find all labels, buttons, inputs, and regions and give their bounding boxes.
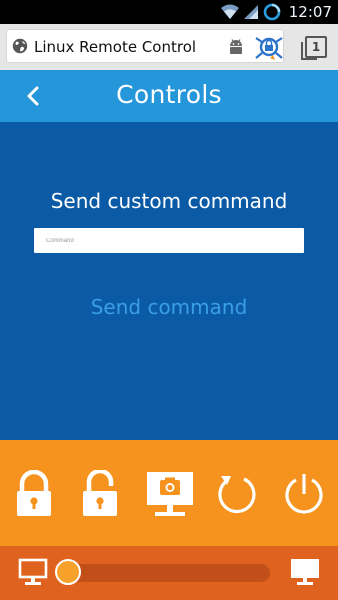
- status-bar: 12:07: [0, 0, 338, 24]
- screen-camera-icon[interactable]: [146, 470, 194, 518]
- android-icon[interactable]: [227, 38, 245, 56]
- tabs-button[interactable]: 1: [301, 36, 327, 60]
- wifi-icon: [220, 4, 239, 19]
- send-command-button[interactable]: Send command: [0, 294, 338, 320]
- url-bar[interactable]: Linux Remote Control: [6, 29, 284, 63]
- globe-icon: [12, 38, 28, 54]
- status-icons: 12:07: [220, 3, 332, 21]
- signal-icon: [243, 5, 258, 19]
- section-title: Send custom command: [50, 189, 288, 213]
- page-title: Controls: [116, 80, 222, 109]
- power-icon[interactable]: [282, 470, 326, 518]
- lock-icon[interactable]: [12, 470, 56, 518]
- browser-toolbar: Linux Remote Control 1: [0, 24, 338, 70]
- restart-icon[interactable]: [214, 470, 258, 518]
- brightness-bar: [0, 546, 338, 600]
- brightness-slider[interactable]: [55, 559, 270, 585]
- monitor-off-icon[interactable]: [18, 558, 48, 586]
- command-panel: Send custom command Send command: [0, 122, 338, 440]
- page-title: Linux Remote Control: [34, 38, 197, 56]
- tab-count: 1: [311, 40, 321, 54]
- app-header: Controls: [0, 70, 338, 122]
- status-time: 12:07: [288, 3, 332, 21]
- monitor-on-icon[interactable]: [290, 558, 320, 586]
- actions-bar: [0, 440, 338, 546]
- battery-charging-icon: [263, 3, 281, 21]
- extension-icon[interactable]: [254, 32, 284, 62]
- slider-thumb[interactable]: [55, 559, 81, 585]
- command-input[interactable]: [34, 228, 304, 253]
- unlock-icon[interactable]: [78, 470, 122, 518]
